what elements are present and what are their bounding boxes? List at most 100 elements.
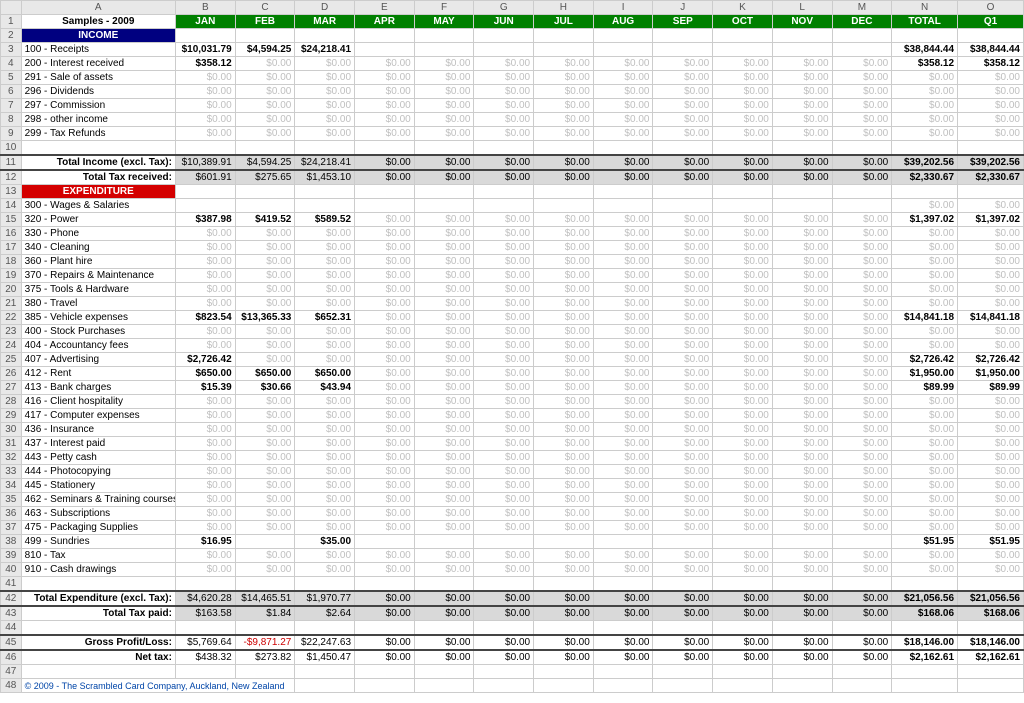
value-cell[interactable]: $0.00 <box>235 521 295 535</box>
value-cell[interactable]: $0.00 <box>175 465 235 479</box>
empty-cell[interactable] <box>832 621 892 636</box>
empty-cell[interactable] <box>295 665 355 679</box>
value-cell[interactable] <box>832 535 892 549</box>
summary-value[interactable]: $0.00 <box>593 591 653 606</box>
row-label[interactable]: 298 - other income <box>21 113 175 127</box>
value-cell[interactable]: $0.00 <box>713 549 773 563</box>
value-cell[interactable]: $0.00 <box>713 71 773 85</box>
value-cell[interactable]: $0.00 <box>414 127 474 141</box>
row-number[interactable]: 29 <box>1 409 22 423</box>
row-label[interactable]: 810 - Tax <box>21 549 175 563</box>
value-cell[interactable]: $1,397.02 <box>958 213 1024 227</box>
empty-cell[interactable] <box>653 665 713 679</box>
value-cell[interactable]: $0.00 <box>295 395 355 409</box>
value-cell[interactable]: $0.00 <box>593 213 653 227</box>
empty-cell[interactable] <box>295 29 355 43</box>
value-cell[interactable]: $0.00 <box>295 423 355 437</box>
value-cell[interactable]: $0.00 <box>235 269 295 283</box>
summary-value[interactable]: -$9,871.27 <box>235 635 295 650</box>
value-cell[interactable]: $38,844.44 <box>892 43 958 57</box>
value-cell[interactable]: $0.00 <box>653 465 713 479</box>
summary-value[interactable]: $1,450.47 <box>295 650 355 665</box>
value-cell[interactable]: $0.00 <box>772 521 832 535</box>
value-cell[interactable] <box>593 43 653 57</box>
empty-cell[interactable] <box>175 621 235 636</box>
value-cell[interactable]: $0.00 <box>414 451 474 465</box>
value-cell[interactable]: $0.00 <box>958 563 1024 577</box>
value-cell[interactable]: $0.00 <box>295 339 355 353</box>
empty-cell[interactable] <box>593 577 653 592</box>
value-cell[interactable]: $0.00 <box>175 479 235 493</box>
value-cell[interactable] <box>355 535 415 549</box>
value-cell[interactable]: $0.00 <box>355 395 415 409</box>
value-cell[interactable]: $0.00 <box>355 269 415 283</box>
value-cell[interactable]: $0.00 <box>832 269 892 283</box>
value-cell[interactable]: $0.00 <box>892 339 958 353</box>
summary-value[interactable]: $1.84 <box>235 606 295 621</box>
value-cell[interactable]: $0.00 <box>175 241 235 255</box>
value-cell[interactable]: $0.00 <box>474 549 534 563</box>
value-cell[interactable]: $0.00 <box>653 227 713 241</box>
value-cell[interactable]: $0.00 <box>355 241 415 255</box>
row-number[interactable]: 6 <box>1 85 22 99</box>
empty-cell[interactable] <box>414 185 474 199</box>
value-cell[interactable]: $0.00 <box>295 113 355 127</box>
month-header-TOTAL[interactable]: TOTAL <box>892 15 958 29</box>
value-cell[interactable]: $0.00 <box>892 395 958 409</box>
empty-cell[interactable] <box>713 29 773 43</box>
value-cell[interactable]: $0.00 <box>235 395 295 409</box>
value-cell[interactable]: $0.00 <box>832 353 892 367</box>
summary-value[interactable]: $21,056.56 <box>892 591 958 606</box>
summary-value[interactable]: $0.00 <box>772 591 832 606</box>
row-number[interactable]: 32 <box>1 451 22 465</box>
value-cell[interactable] <box>713 43 773 57</box>
empty-cell[interactable] <box>892 665 958 679</box>
value-cell[interactable]: $0.00 <box>653 493 713 507</box>
row-number[interactable]: 41 <box>1 577 22 592</box>
value-cell[interactable]: $0.00 <box>295 71 355 85</box>
row-number[interactable]: 3 <box>1 43 22 57</box>
value-cell[interactable]: $0.00 <box>713 213 773 227</box>
row-number[interactable]: 1 <box>1 15 22 29</box>
row-label[interactable]: 437 - Interest paid <box>21 437 175 451</box>
row-label[interactable]: 380 - Travel <box>21 297 175 311</box>
value-cell[interactable]: $0.00 <box>653 479 713 493</box>
value-cell[interactable] <box>235 199 295 213</box>
empty-cell[interactable] <box>713 577 773 592</box>
summary-value[interactable]: $0.00 <box>832 591 892 606</box>
empty-cell[interactable] <box>958 185 1024 199</box>
value-cell[interactable]: $0.00 <box>958 325 1024 339</box>
value-cell[interactable]: $0.00 <box>235 255 295 269</box>
row-number[interactable]: 5 <box>1 71 22 85</box>
summary-value[interactable]: $2,330.67 <box>958 170 1024 185</box>
row-label[interactable]: 370 - Repairs & Maintenance <box>21 269 175 283</box>
value-cell[interactable] <box>474 43 534 57</box>
value-cell[interactable]: $0.00 <box>235 71 295 85</box>
empty-cell[interactable] <box>235 141 295 156</box>
empty-cell[interactable] <box>653 29 713 43</box>
empty-cell[interactable] <box>355 29 415 43</box>
value-cell[interactable]: $0.00 <box>653 213 713 227</box>
value-cell[interactable]: $0.00 <box>958 269 1024 283</box>
summary-value[interactable]: $275.65 <box>235 170 295 185</box>
empty-cell[interactable] <box>474 665 534 679</box>
summary-value[interactable]: $0.00 <box>713 170 773 185</box>
value-cell[interactable]: $0.00 <box>958 127 1024 141</box>
row-label[interactable]: 100 - Receipts <box>21 43 175 57</box>
summary-value[interactable]: $0.00 <box>653 170 713 185</box>
empty-cell[interactable] <box>175 185 235 199</box>
row-number[interactable]: 47 <box>1 665 22 679</box>
value-cell[interactable]: $0.00 <box>892 199 958 213</box>
value-cell[interactable]: $0.00 <box>295 437 355 451</box>
value-cell[interactable]: $0.00 <box>175 113 235 127</box>
month-header-APR[interactable]: APR <box>355 15 415 29</box>
value-cell[interactable]: $0.00 <box>534 493 594 507</box>
row-number[interactable]: 11 <box>1 155 22 170</box>
value-cell[interactable]: $0.00 <box>593 423 653 437</box>
value-cell[interactable]: $0.00 <box>958 423 1024 437</box>
value-cell[interactable]: $0.00 <box>295 85 355 99</box>
value-cell[interactable]: $0.00 <box>355 423 415 437</box>
value-cell[interactable]: $0.00 <box>295 283 355 297</box>
value-cell[interactable]: $0.00 <box>534 367 594 381</box>
value-cell[interactable]: $0.00 <box>593 127 653 141</box>
